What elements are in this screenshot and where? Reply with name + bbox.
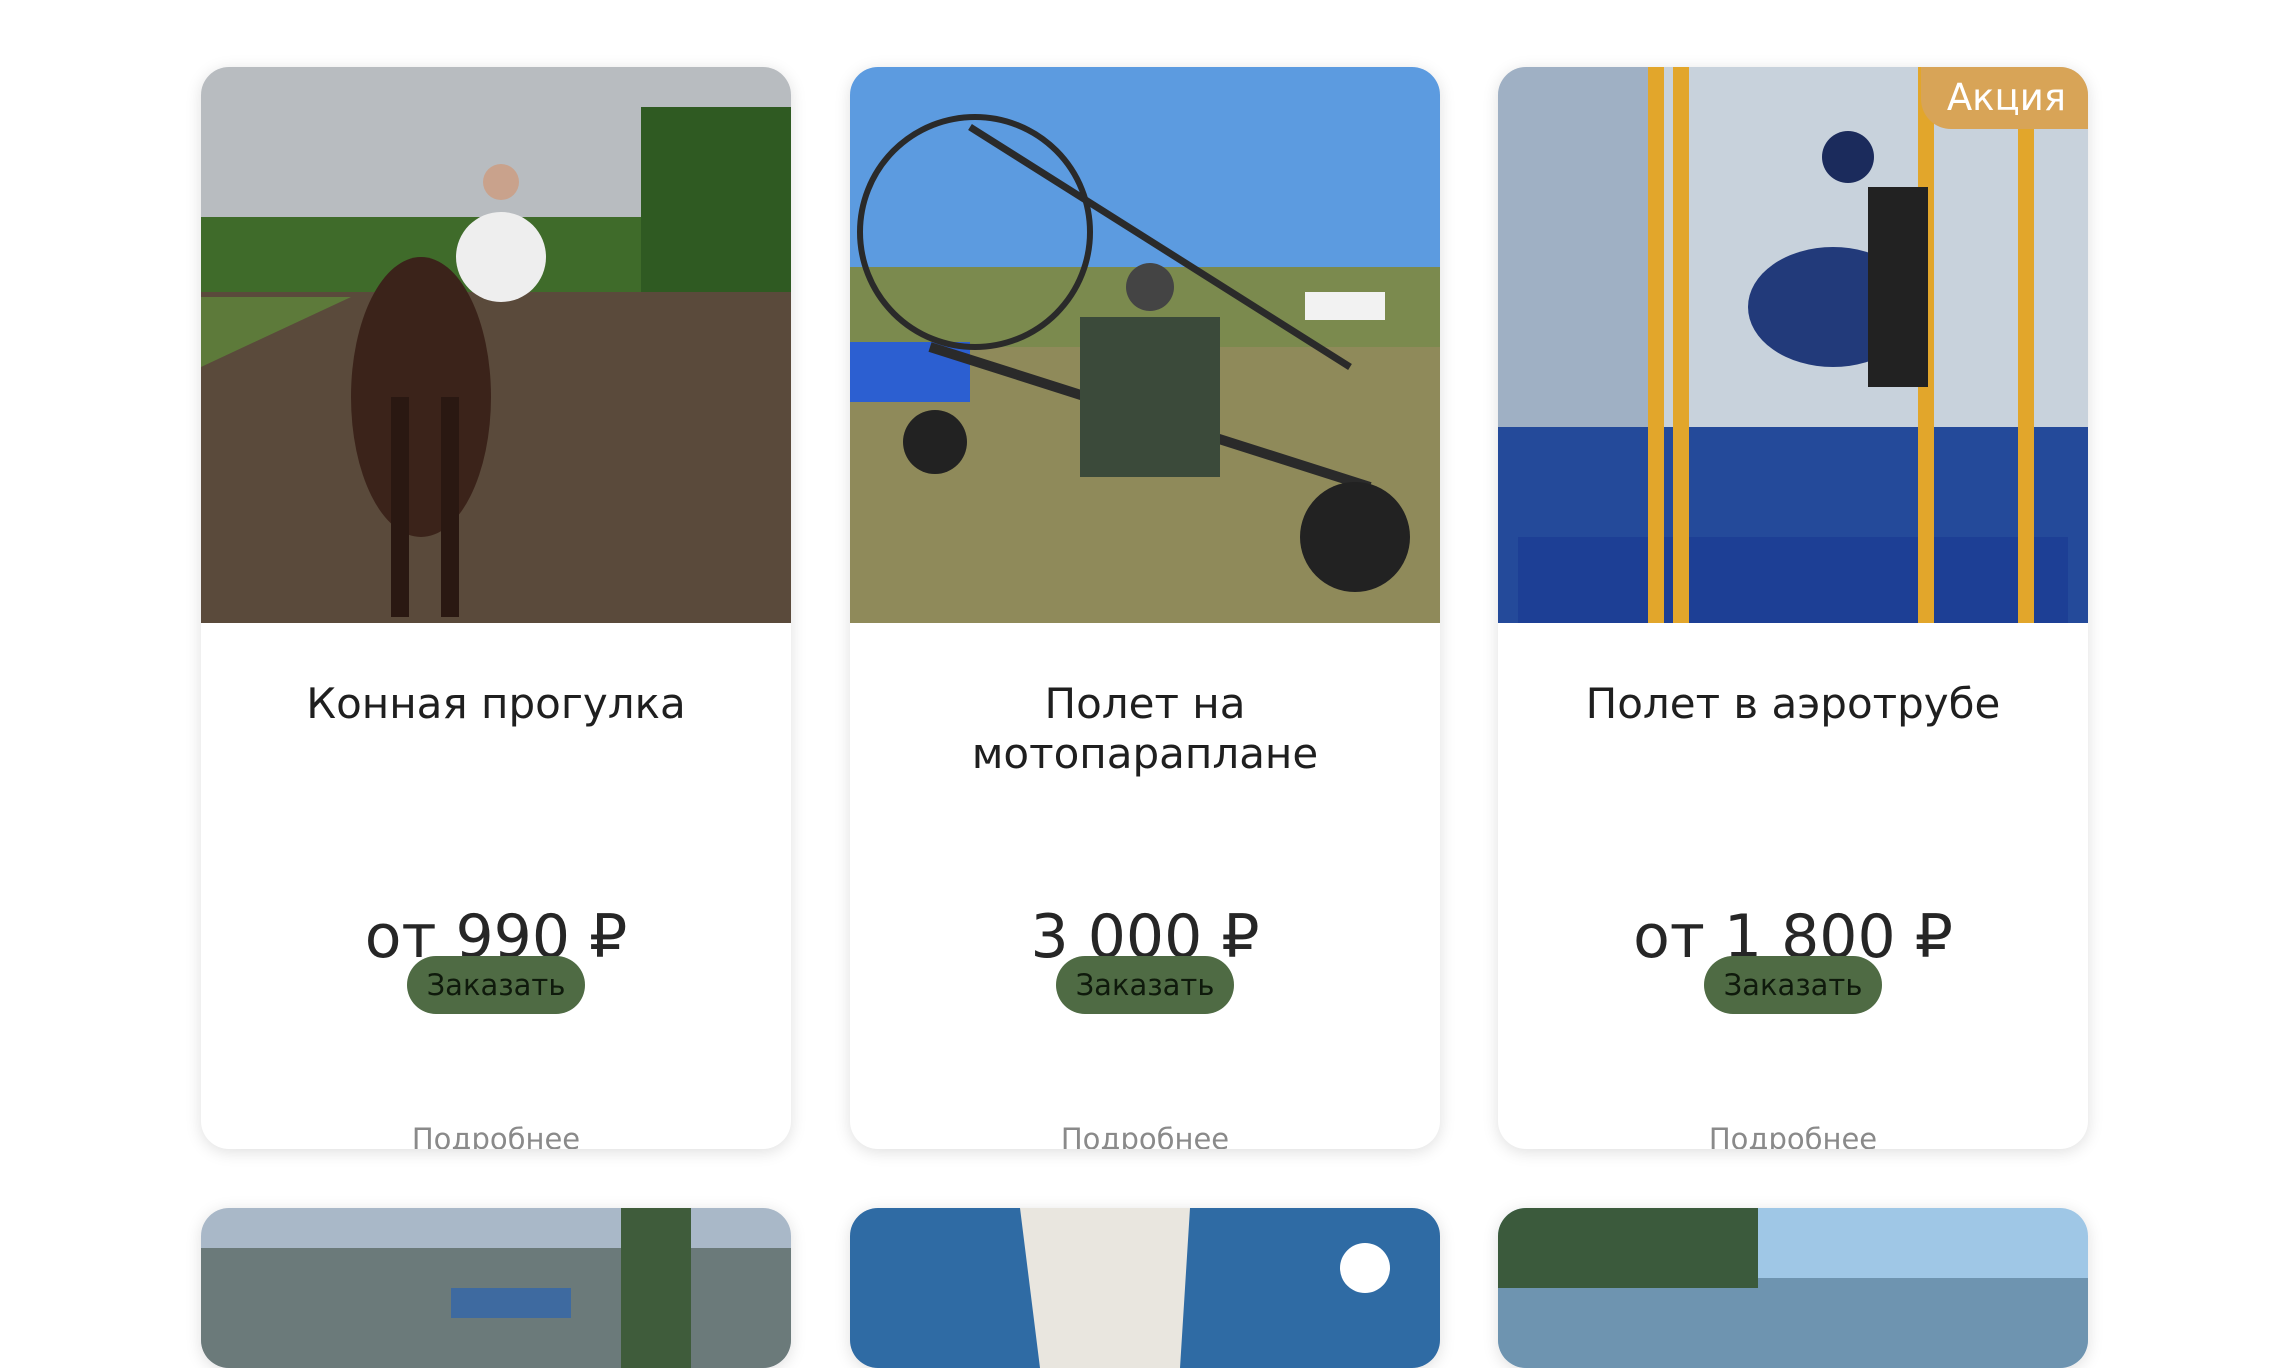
card-title: Полет на мотопараплане (971, 679, 1319, 778)
product-card-wind-tunnel[interactable]: Акция Полет в аэротрубе от 1 800 ₽ Заказ… (1498, 67, 2088, 1149)
more-link[interactable]: Подробнее (201, 1122, 791, 1149)
paramotor-trike-photo[interactable] (850, 67, 1440, 623)
sea-view-photo[interactable] (1498, 1208, 2088, 1368)
more-link[interactable]: Подробнее (1498, 1122, 2088, 1149)
winter-park-photo[interactable] (201, 1208, 791, 1368)
product-card-next-3[interactable] (1498, 1208, 2088, 1368)
product-card-next-1[interactable] (201, 1208, 791, 1368)
sailboat-photo[interactable] (850, 1208, 1440, 1368)
order-button[interactable]: Заказать (1704, 956, 1882, 1014)
product-card-next-2[interactable] (850, 1208, 1440, 1368)
order-button[interactable]: Заказать (1056, 956, 1234, 1014)
product-grid: Конная прогулка от 990 ₽ Заказать Подроб… (0, 0, 2293, 1368)
more-link[interactable]: Подробнее (850, 1122, 1440, 1149)
card-title: Конная прогулка (306, 679, 686, 728)
wind-tunnel-photo[interactable]: Акция (1498, 67, 2088, 623)
promo-badge: Акция (1920, 67, 2088, 129)
product-card-paramotor[interactable]: Полет на мотопараплане 3 000 ₽ Заказать … (850, 67, 1440, 1149)
product-card-horse-ride[interactable]: Конная прогулка от 990 ₽ Заказать Подроб… (201, 67, 791, 1149)
order-button[interactable]: Заказать (407, 956, 585, 1014)
horse-ride-photo[interactable] (201, 67, 791, 623)
card-title: Полет в аэротрубе (1585, 679, 2001, 728)
